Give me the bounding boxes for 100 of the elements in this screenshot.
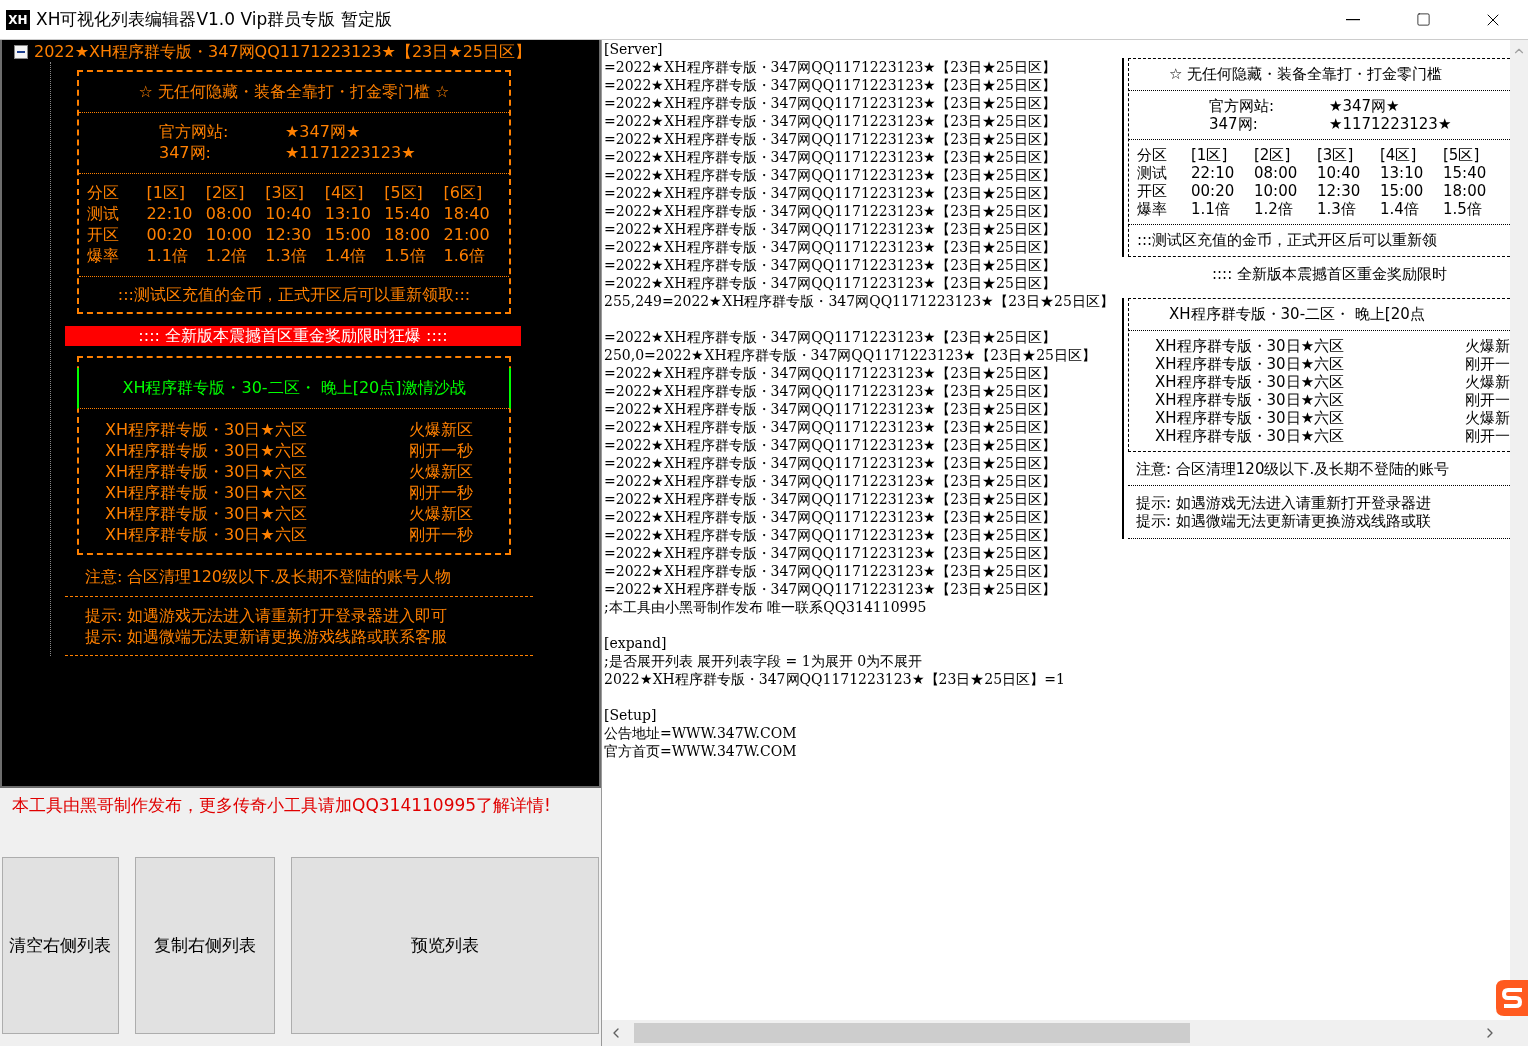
maximize-icon (1415, 12, 1431, 27)
schedule-cell-text: 10:40 (265, 203, 313, 224)
tree-root-label[interactable]: 2022★XH程序群专版・347网QQ1171223123★【23日★25日区】 (34, 41, 531, 63)
action-button[interactable]: 预览列表 (291, 857, 599, 1034)
editor-line: =2022★XH程序群专版・347网QQ1171223123★【23日★25日区】 (604, 526, 1057, 544)
server-status: 刚开一秒 (409, 482, 474, 503)
tip-text: 提示: 如遇游戏无法进入请重新打开登录器进 (1136, 494, 1432, 512)
editor-line: =2022★XH程序群专版・347网QQ1171223123★【23日★25日区】 (604, 580, 1057, 598)
schedule-cell-text: 1.2倍 (1254, 200, 1294, 218)
editor-line: =2022★XH程序群专版・347网QQ1171223123★【23日★25日区】 (604, 382, 1057, 400)
editor-line: =2022★XH程序群专版・347网QQ1171223123★【23日★25日区】 (604, 94, 1057, 112)
schedule-cell-text: [5区] (1443, 146, 1481, 164)
editor-line: 255,249=2022★XH程序群专版・347网QQ1171223123★【23日★25日区】 (604, 292, 1115, 310)
server-status: 火爆新 (1465, 337, 1510, 355)
footer-text: :::测试区充值的金币，正式开区后可以重新领 (1137, 231, 1438, 249)
editor-line: [expand] (604, 634, 668, 652)
editor-line: =2022★XH程序群专版・347网QQ1171223123★【23日★25日区】 (604, 202, 1057, 220)
headline: ☆ 无任何隐藏・装备全靠打・打金零门槛 ☆ (138, 82, 450, 101)
schedule-cell-text: 1.6倍 (443, 245, 486, 266)
tip-text: 提示: 如遇游戏无法进入请重新打开登录器进入即可 (85, 605, 449, 626)
vertical-scrollbar[interactable] (1510, 40, 1528, 1020)
editor-line: =2022★XH程序群专版・347网QQ1171223123★【23日★25日区】 (604, 364, 1057, 382)
app-icon: XH (6, 9, 30, 30)
editor-line: ;是否展开列表 展开列表字段 = 1为展开 0为不展开 (604, 652, 924, 670)
server-name: XH程序群专版・30日★六区 (1155, 391, 1346, 409)
editor-line: =2022★XH程序群专版・347网QQ1171223123★【23日★25日区】 (604, 562, 1057, 580)
editor-line: =2022★XH程序群专版・347网QQ1171223123★【23日★25日区】 (604, 238, 1057, 256)
schedule-cell-text: 12:30 (265, 224, 313, 245)
schedule-cell-text: 1.4倍 (324, 245, 368, 266)
schedule-cell-text: 1.5倍 (1443, 200, 1483, 218)
schedule-cell-text: [5区] (384, 182, 424, 203)
server-status: 刚开一 (1465, 391, 1510, 409)
schedule-cell-text: 10:00 (1254, 182, 1299, 200)
action-button[interactable]: 复制右侧列表 (134, 857, 276, 1034)
server-status: 刚开一 (1465, 427, 1510, 445)
schedule-cell-text: 12:30 (1317, 182, 1362, 200)
note-text: 注意: 合区清理120级以下.及长期不登陆的账号人物 (85, 567, 452, 586)
editor-line: =2022★XH程序群专版・347网QQ1171223123★【23日★25日区】 (604, 130, 1057, 148)
editor-line: =2022★XH程序群专版・347网QQ1171223123★【23日★25日区】 (604, 328, 1057, 346)
editor-line: =2022★XH程序群专版・347网QQ1171223123★【23日★25日区】 (604, 436, 1057, 454)
server-name: XH程序群专版・30日★六区 (1155, 427, 1346, 445)
schedule-cell-text: [1区] (146, 182, 187, 203)
schedule-cell-text: 13:10 (324, 203, 372, 224)
server-name: XH程序群专版・30日★六区 (105, 503, 308, 524)
schedule-cell-text: [1区] (1191, 146, 1229, 164)
schedule-cell-text: 15:40 (1443, 164, 1488, 182)
schedule-cell-text: 15:00 (324, 224, 372, 245)
editor-line: =2022★XH程序群专版・347网QQ1171223123★【23日★25日区】 (604, 220, 1057, 238)
schedule-cell-text: 测试 (87, 203, 120, 224)
editor-line: 官方首页=WWW.347W.COM (604, 742, 798, 760)
schedule-cell-text: 18:00 (384, 224, 432, 245)
schedule-cell-text: 13:10 (1380, 164, 1425, 182)
editor-line: =2022★XH程序群专版・347网QQ1171223123★【23日★25日区】 (604, 166, 1057, 184)
contact-value: ★1171223123★ (1329, 115, 1453, 133)
editor-line: =2022★XH程序群专版・347网QQ1171223123★【23日★25日区】 (604, 76, 1057, 94)
schedule-cell-text: 15:00 (1380, 182, 1425, 200)
server-headline: XH程序群专版・30-二区・ 晚上[20点]激情沙战 (122, 378, 466, 397)
editor-line: =2022★XH程序群专版・347网QQ1171223123★【23日★25日区】 (604, 418, 1057, 436)
note-text: 注意: 合区清理120级以下.及长期不登陆的账号 (1136, 460, 1450, 478)
schedule-cell-text: 10:40 (1317, 164, 1362, 182)
editor-line: [Setup] (604, 706, 658, 724)
schedule-cell-text: 1.3倍 (1317, 200, 1357, 218)
schedule-cell-text: [3区] (265, 182, 305, 203)
tip-text: 提示: 如遇微端无法更新请更换游戏线路或联系客服 (85, 626, 449, 647)
editor-line: =2022★XH程序群专版・347网QQ1171223123★【23日★25日区】 (604, 508, 1057, 526)
editor-line: 250,0=2022★XH程序群专版・347网QQ1171223123★【23日★25日区】 (604, 346, 1097, 364)
banner-text: :::: 全新版本震撼首区重金奖励限时 (1212, 265, 1447, 283)
schedule-cell-text: 08:00 (1254, 164, 1299, 182)
scroll-thumb[interactable] (634, 1023, 1190, 1043)
server-name: XH程序群专版・30日★六区 (105, 524, 308, 545)
schedule-cell-text: 分区 (1137, 146, 1168, 164)
schedule-cell-text: [3区] (1317, 146, 1355, 164)
server-name: XH程序群专版・30日★六区 (105, 482, 308, 503)
server-name: XH程序群专版・30日★六区 (1155, 373, 1346, 391)
schedule-cell-text: 开区 (1137, 182, 1168, 200)
horizontal-scrollbar[interactable] (602, 1020, 1528, 1046)
schedule-cell-text: [6区] (443, 182, 484, 203)
server-status: 火爆新区 (409, 503, 474, 524)
contact-value: ★347网★ (285, 121, 362, 142)
collapse-icon[interactable] (14, 45, 28, 59)
editor-line: 2022★XH程序群专版・347网QQ1171223123★【23日★25日区】=1 (604, 670, 1066, 688)
window-title: XH可视化列表编辑器V1.0 Vip群员专版 暂定版 (36, 8, 393, 31)
editor-line: =2022★XH程序群专版・347网QQ1171223123★【23日★25日区】 (604, 148, 1057, 166)
editor-line: =2022★XH程序群专版・347网QQ1171223123★【23日★25日区】 (604, 472, 1057, 490)
schedule-cell-text: 分区 (87, 182, 120, 203)
contact-label: 官方网站: (1209, 97, 1276, 115)
schedule-cell-text: 10:00 (205, 224, 253, 245)
contact-value: ★1171223123★ (285, 142, 417, 163)
editor-line: 公告地址=WWW.347W.COM (604, 724, 798, 742)
contact-value: ★347网★ (1329, 97, 1401, 115)
schedule-cell-text: 爆率 (1137, 200, 1168, 218)
server-status: 火爆新区 (409, 461, 474, 482)
server-status: 火爆新 (1465, 373, 1510, 391)
editor-line: =2022★XH程序群专版・347网QQ1171223123★【23日★25日区】 (604, 400, 1057, 418)
editor-line: [Server] (604, 40, 664, 58)
schedule-cell-text: 1.1倍 (1191, 200, 1231, 218)
schedule-cell-text: 开区 (87, 224, 120, 245)
action-button[interactable]: 清空右侧列表 (2, 857, 119, 1034)
schedule-cell-text: 22:10 (146, 203, 194, 224)
server-name: XH程序群专版・30日★六区 (1155, 409, 1346, 427)
